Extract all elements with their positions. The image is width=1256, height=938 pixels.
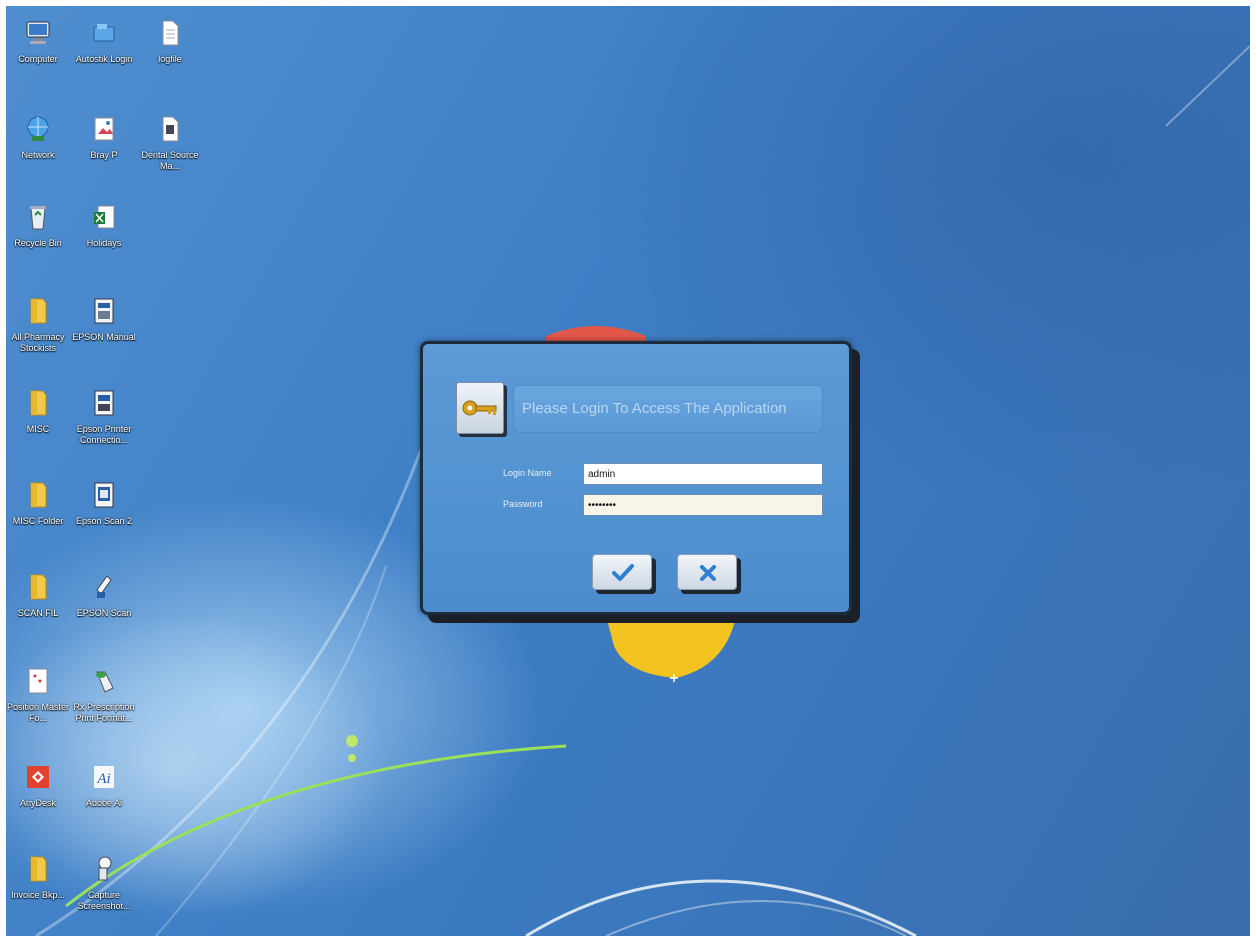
desktop-icon-bray-p[interactable]: Bray P — [72, 114, 136, 194]
sheet-icon — [28, 668, 48, 694]
folder-icon — [30, 574, 47, 600]
desktop-icon-invoice-bkp[interactable]: Invoice Bkp... — [6, 854, 70, 934]
desktop-icon-label: Dental Source Ma... — [141, 150, 199, 171]
desktop-icon-label: Invoice Bkp... — [10, 890, 66, 900]
login-name-field[interactable] — [583, 463, 823, 485]
computer-icon — [26, 21, 50, 44]
login-title: Please Login To Access The Application — [522, 400, 787, 417]
folder-icon — [30, 856, 47, 882]
desktop: Computer Network Recycle Bin All Pharmac… — [6, 6, 1250, 936]
desktop-icon-label: EPSON Scan — [76, 608, 132, 618]
login-cancel-button[interactable] — [677, 554, 737, 590]
folder-icon — [30, 482, 47, 508]
pill-icon — [96, 671, 114, 693]
desktop-icon-label: MISC — [26, 424, 50, 434]
desktop-icon-autostik-login[interactable]: Autostik Login — [72, 18, 136, 98]
network-share-icon — [93, 24, 115, 42]
password-label: Password — [503, 499, 543, 509]
desktop-icon-dental-source[interactable]: Dental Source Ma... — [138, 114, 202, 194]
desktop-icon-label: Adobe Ai — [85, 798, 123, 808]
folder-icon — [30, 298, 47, 324]
desktop-icon-label: Epson Scan 2 — [75, 516, 133, 526]
desktop-icon-epson-scan[interactable]: EPSON Scan — [72, 572, 136, 652]
desktop-icon-scan-fil[interactable]: SCAN FIL — [6, 572, 70, 652]
anydesk-icon — [27, 766, 49, 788]
desktop-icon-label: Bray P — [90, 150, 118, 160]
desktop-icon-capture-screenshot[interactable]: Capture Screenshot... — [72, 854, 136, 934]
desktop-icon-label: Holidays — [86, 238, 122, 248]
recycle-bin-icon — [30, 206, 46, 230]
desktop-icon-adobe-ai[interactable]: Ai Adobe Ai — [72, 762, 136, 842]
key-icon — [462, 400, 497, 416]
desktop-icon-label: EPSON Manual — [72, 332, 136, 342]
desktop-icon-label: Rx Prescription Print Format... — [73, 702, 135, 723]
password-field[interactable] — [583, 494, 823, 516]
epson-manual-icon — [94, 298, 114, 324]
desktop-icon-position-master[interactable]: Position Master Fo... — [6, 666, 70, 746]
desktop-icon-label: All Pharmacy Stockists — [11, 332, 65, 353]
desktop-icon-holidays[interactable]: Holidays — [72, 202, 136, 282]
desktop-icon-label: Recycle Bin — [14, 238, 62, 248]
key-tile — [456, 382, 504, 434]
desktop-icon-recycle-bin[interactable]: Recycle Bin — [6, 202, 70, 282]
desktop-icon-label: Network — [21, 150, 55, 160]
desktop-icon-label: MISC Folder — [12, 516, 64, 526]
x-icon — [700, 565, 716, 581]
desktop-icon-epson-scan-2[interactable]: Epson Scan 2 — [72, 480, 136, 560]
desktop-icon-label: Epson Printer Connectio... — [76, 424, 132, 445]
desktop-icon-label: Computer — [18, 54, 58, 64]
desktop-icon-label: Autostik Login — [75, 54, 133, 64]
desktop-icon-epson-printer-connection[interactable]: Epson Printer Connectio... — [72, 388, 136, 468]
login-name-label: Login Name — [503, 468, 552, 478]
desktop-icon-label: Position Master Fo... — [6, 702, 70, 723]
document-icon — [162, 116, 179, 142]
folder-icon — [30, 390, 47, 416]
desktop-icon-anydesk[interactable]: AnyDesk — [6, 762, 70, 842]
desktop-icon-misc-folder[interactable]: MISC Folder — [6, 480, 70, 560]
illustrator-icon: Ai — [94, 766, 114, 788]
desktop-icon-computer[interactable]: Computer — [6, 18, 70, 98]
desktop-icon-logfile[interactable]: logfile — [138, 18, 202, 98]
desktop-icon-misc[interactable]: MISC — [6, 388, 70, 468]
login-ok-button[interactable] — [592, 554, 652, 590]
text-document-icon — [162, 20, 179, 46]
svg-text:Ai: Ai — [96, 771, 110, 787]
desktop-icon-label: AnyDesk — [19, 798, 56, 808]
epson-connect-icon — [94, 390, 114, 416]
network-icon — [27, 116, 49, 141]
desktop-icon-epson-manual[interactable]: EPSON Manual — [72, 296, 136, 376]
desktop-icon-label: logfile — [158, 54, 182, 64]
login-dialog: Please Login To Access The Application L… — [420, 341, 852, 615]
check-icon — [612, 564, 634, 581]
capture-icon — [98, 856, 112, 881]
excel-icon — [94, 205, 115, 229]
login-header-banner: Please Login To Access The Application — [513, 385, 823, 433]
desktop-icon-rx-prescription[interactable]: Rx Prescription Print Format... — [72, 666, 136, 746]
scanner-icon — [96, 575, 112, 598]
desktop-icon-label: Capture Screenshot... — [77, 890, 131, 911]
picture-icon — [94, 117, 114, 141]
desktop-icon-network[interactable]: Network — [6, 114, 70, 194]
epson-scan-icon — [94, 482, 114, 508]
desktop-icon-label: SCAN FIL — [17, 608, 59, 618]
desktop-icon-all-pharmacy-stockists[interactable]: All Pharmacy Stockists — [6, 296, 70, 376]
